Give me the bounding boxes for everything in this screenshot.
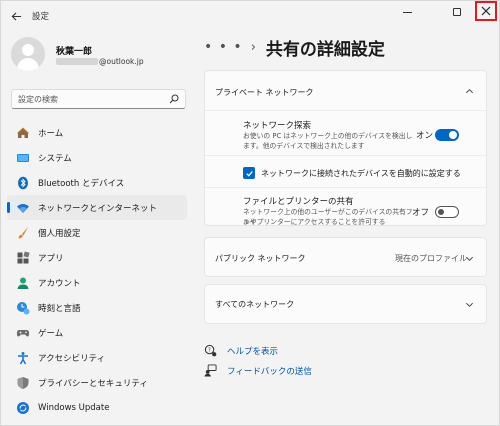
windows-update-icon [17, 401, 29, 414]
search-box[interactable] [11, 89, 186, 109]
public-network-card[interactable]: パブリック ネットワーク 現在のプロファイル [204, 237, 487, 277]
user-name: 秋葉一郎 [56, 47, 93, 57]
help-link-label: ヘルプを表示 [227, 346, 279, 357]
chevron-down-icon [466, 302, 473, 307]
private-network-card: プライベート ネットワーク ネットワーク探索 お使いの PC はネットワーク上の… [204, 70, 487, 226]
sidebar-item-label: ホーム [38, 128, 64, 139]
file-sharing-title: ファイルとプリンターの共有 [243, 197, 354, 207]
chevron-down-icon [466, 256, 473, 261]
close-icon [481, 6, 491, 16]
apps-icon [17, 250, 30, 263]
accessibility-icon [18, 351, 28, 364]
file-sharing-toggle[interactable] [435, 206, 459, 218]
gamepad-icon [16, 329, 30, 337]
back-button[interactable] [7, 7, 25, 25]
auto-setup-label: ネットワークに接続されたデバイスを自動的に設定する [261, 169, 461, 178]
wifi-icon [17, 203, 29, 213]
arrow-left-icon [11, 11, 21, 21]
avatar [11, 37, 45, 71]
all-networks-title: すべてのネットワーク [215, 300, 295, 309]
minimize-button[interactable] [393, 1, 421, 23]
divider [205, 110, 486, 111]
minimize-icon [402, 11, 412, 13]
sidebar-item-label: ネットワークとインターネット [38, 203, 158, 214]
sidebar-item-accessibility[interactable]: アクセシビリティ [7, 345, 187, 370]
sidebar-item-accounts[interactable]: アカウント [7, 270, 187, 295]
feedback-link-label: フィードバックの送信 [227, 366, 312, 377]
maximize-button[interactable] [443, 1, 471, 23]
shield-icon [17, 376, 29, 389]
user-email: @outlook.jp [56, 57, 144, 66]
current-profile-label: 現在のプロファイル [395, 254, 467, 263]
sidebar-item-apps[interactable]: アプリ [7, 245, 187, 270]
account-icon [17, 277, 29, 289]
network-discovery-title: ネットワーク探索 [243, 121, 312, 131]
paint-brush-icon [18, 226, 28, 238]
time-language-icon [17, 301, 30, 314]
title-bar: 設定 [1, 1, 500, 31]
checkmark-icon [245, 170, 253, 177]
sidebar-item-label: アクセシビリティ [38, 353, 106, 364]
sidebar-item-system[interactable]: システム [7, 145, 187, 170]
file-sharing-description-2: ルやプリンターにアクセスすることを許可する [243, 218, 386, 226]
network-discovery-state: オン [416, 131, 434, 141]
sidebar-item-windows-update[interactable]: Windows Update [7, 395, 187, 420]
close-button[interactable] [475, 1, 497, 21]
help-link[interactable]: ? ヘルプを表示 [204, 344, 278, 357]
breadcrumb-more-button[interactable]: • • • [204, 39, 243, 55]
private-network-header[interactable]: プライベート ネットワーク [205, 71, 486, 111]
sidebar-item-label: 時刻と言語 [38, 303, 81, 314]
help-icon: ? [204, 344, 217, 357]
bluetooth-icon [18, 176, 28, 189]
divider [205, 155, 486, 156]
sidebar-item-personalization[interactable]: 個人用設定 [7, 220, 187, 245]
public-network-title: パブリック ネットワーク [215, 254, 306, 263]
feedback-link[interactable]: フィードバックの送信 [204, 364, 312, 377]
sidebar-item-label: ゲーム [38, 328, 64, 339]
maximize-icon [453, 8, 461, 16]
app-title: 設定 [32, 12, 50, 22]
sidebar-item-label: アプリ [38, 253, 64, 264]
search-input[interactable] [18, 92, 168, 106]
file-sharing-state: オフ [412, 208, 430, 218]
sidebar-item-privacy[interactable]: プライバシーとセキュリティ [7, 370, 187, 395]
user-profile[interactable]: 秋葉一郎 @outlook.jp [11, 37, 196, 81]
home-icon [17, 127, 29, 138]
search-icon [169, 94, 179, 104]
sidebar-item-home[interactable]: ホーム [7, 120, 187, 145]
all-networks-card[interactable]: すべてのネットワーク [204, 284, 487, 324]
sidebar-nav: ホーム システム Bluetooth とデバイス ネットワークとインターネット … [7, 120, 187, 420]
email-redacted [56, 58, 98, 65]
sidebar-item-time-language[interactable]: 時刻と言語 [7, 295, 187, 320]
sidebar-item-gaming[interactable]: ゲーム [7, 320, 187, 345]
sidebar-item-network[interactable]: ネットワークとインターネット [7, 195, 187, 220]
system-display-icon [17, 153, 29, 162]
sidebar-item-bluetooth[interactable]: Bluetooth とデバイス [7, 170, 187, 195]
private-network-title: プライベート ネットワーク [215, 88, 314, 97]
email-suffix: @outlook.jp [99, 57, 144, 66]
sidebar-item-label: Bluetooth とデバイス [38, 178, 125, 189]
sidebar-item-label: 個人用設定 [38, 228, 81, 239]
network-discovery-description-1: お使いの PC はネットワーク上の他のデバイスを検出し [243, 132, 413, 140]
breadcrumb-separator: › [250, 39, 256, 55]
network-discovery-toggle[interactable] [435, 129, 459, 141]
divider [205, 187, 486, 188]
sidebar-item-label: Windows Update [38, 402, 110, 413]
sidebar-item-label: システム [38, 153, 72, 164]
network-discovery-description-2: ます。他のデバイスで検出されたします [243, 142, 365, 150]
sidebar-item-label: プライバシーとセキュリティ [38, 378, 148, 389]
chevron-up-icon [466, 89, 473, 94]
page-title: 共有の詳細設定 [265, 39, 385, 60]
auto-setup-checkbox[interactable] [243, 167, 255, 179]
svg-text:?: ? [208, 348, 211, 354]
feedback-icon [204, 364, 217, 377]
page-header: • • • › 共有の詳細設定 [204, 35, 385, 60]
settings-window: 設定 秋葉一郎 @outlook.jp ホーム システム Bluetooth と… [0, 0, 500, 426]
sidebar-item-label: アカウント [38, 278, 81, 289]
